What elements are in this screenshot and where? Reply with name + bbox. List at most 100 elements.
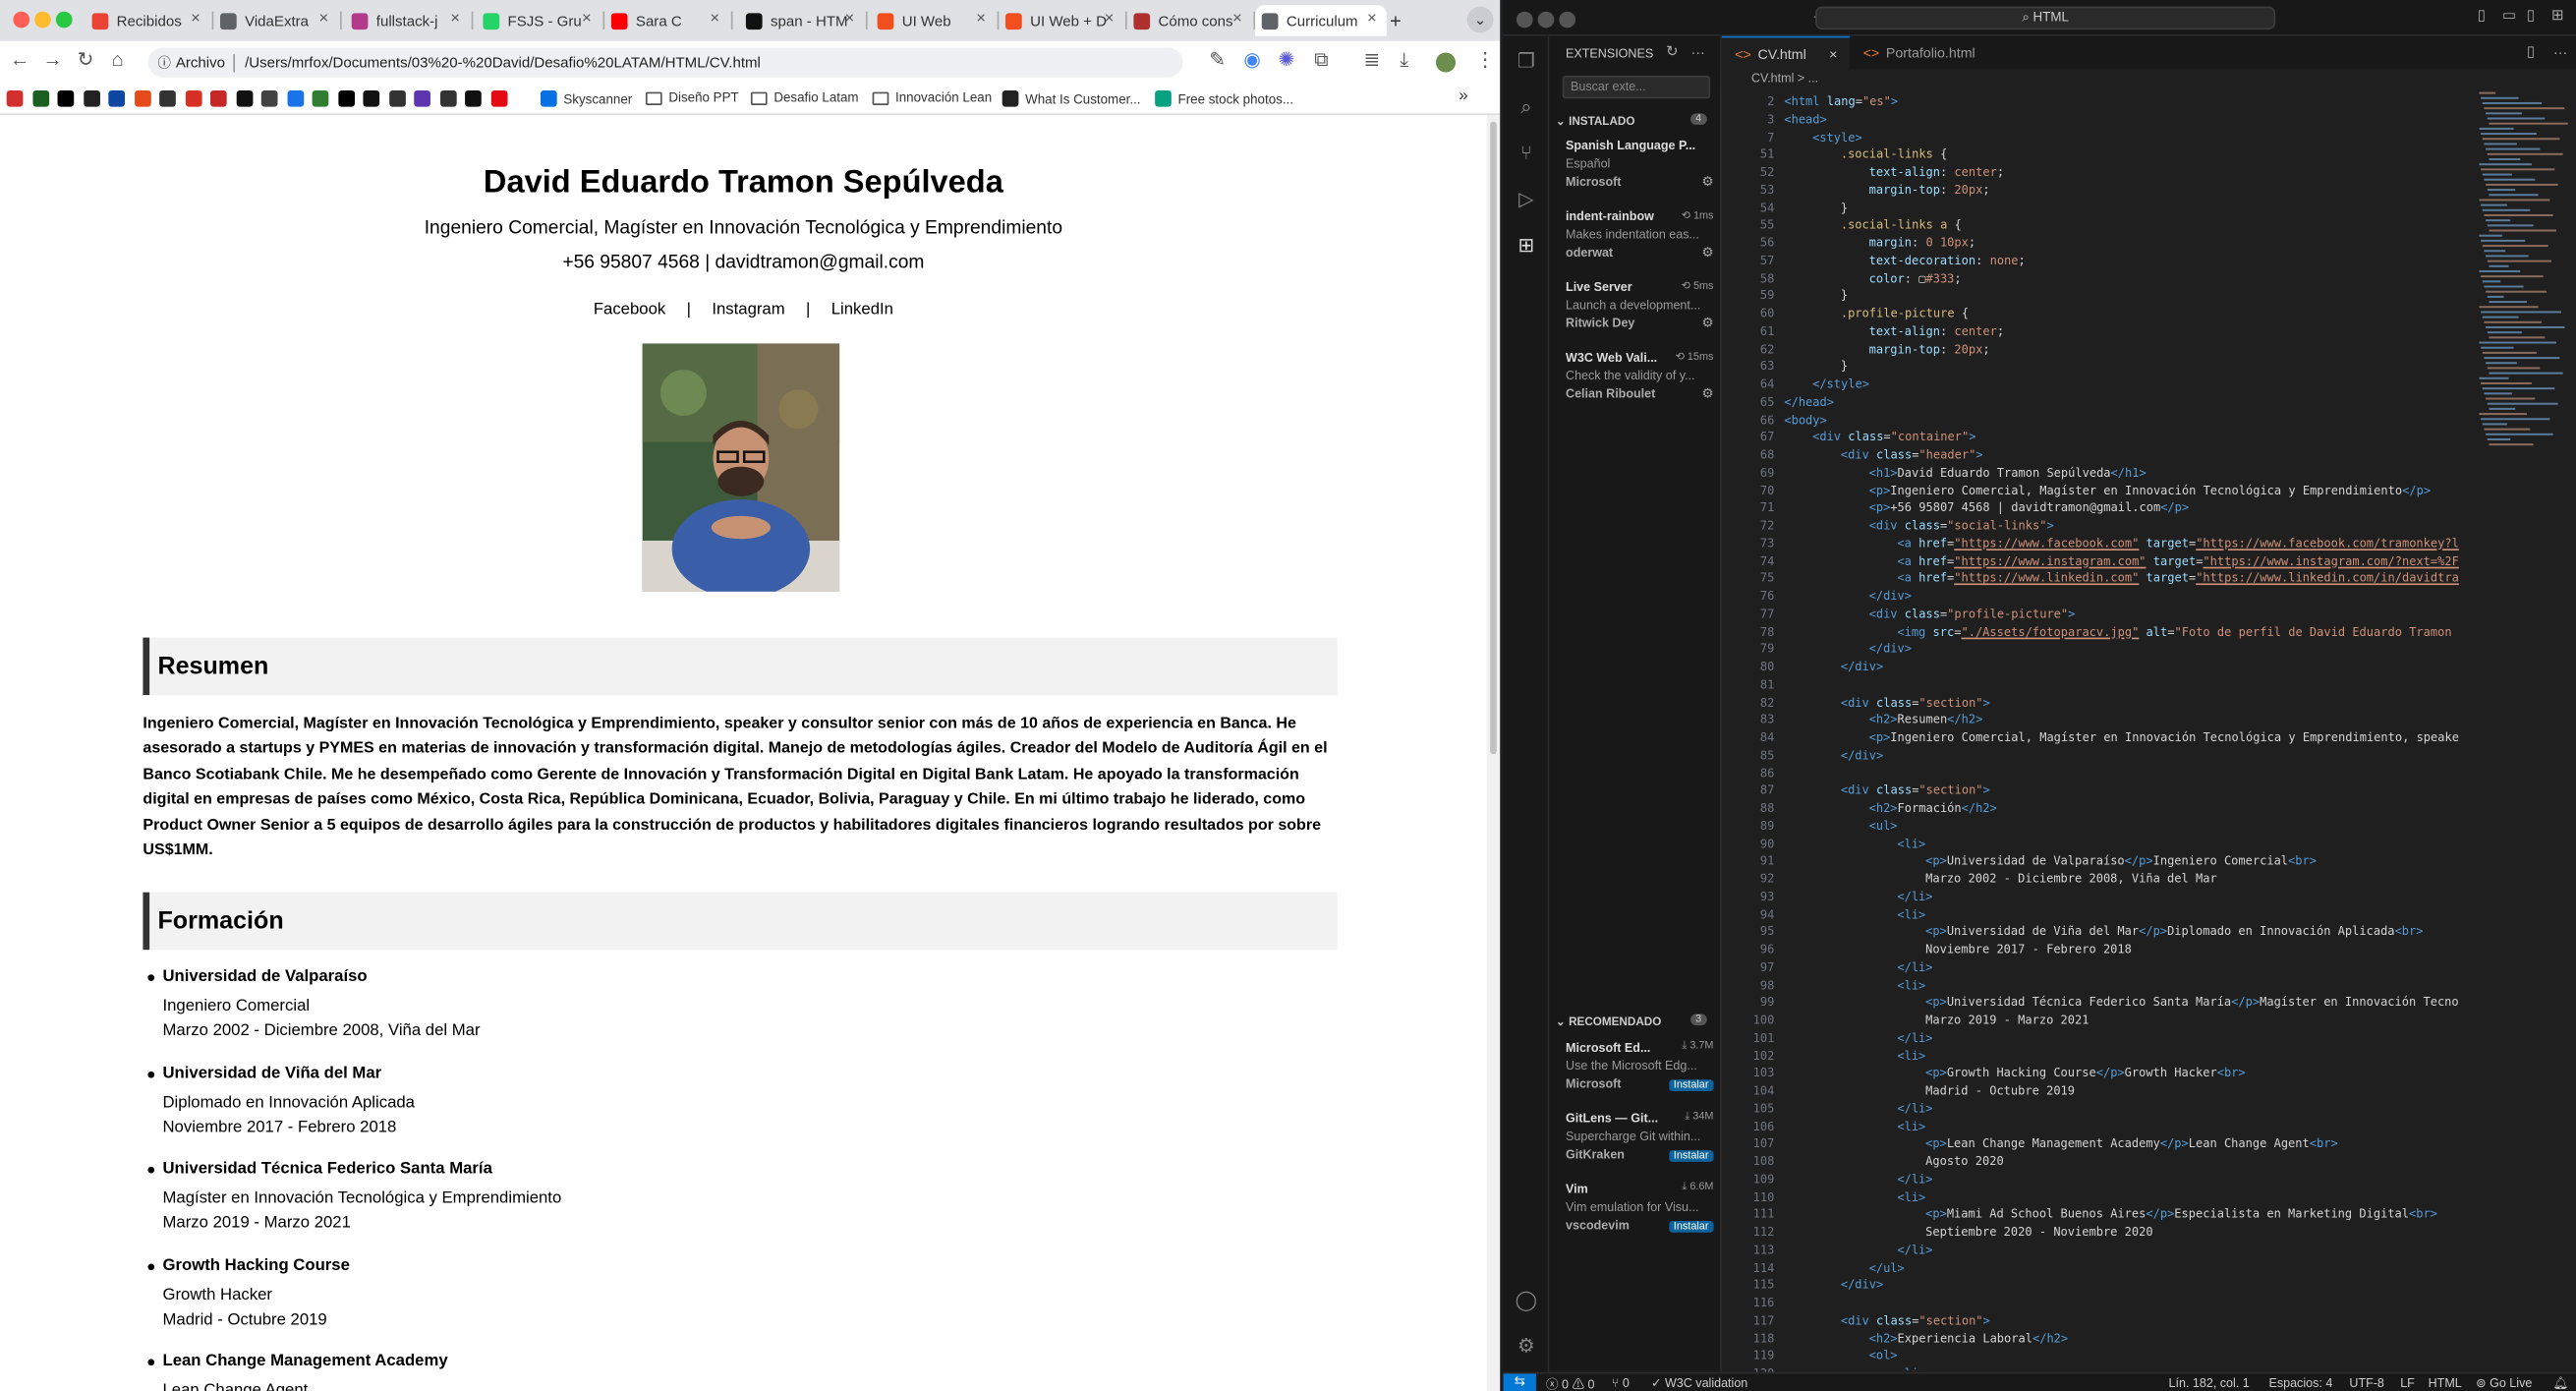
- code-line[interactable]: Marzo 2002 - Diciembre 2008, Viña del Ma…: [1925, 871, 2217, 886]
- code-line[interactable]: <h2>Resumen</h2>: [1869, 712, 1983, 726]
- code-line[interactable]: </div>: [1869, 641, 1912, 656]
- linkedin-link[interactable]: LinkedIn: [831, 301, 893, 319]
- code-line[interactable]: </li>: [1897, 1171, 1932, 1186]
- bookmark-favicon[interactable]: [6, 89, 24, 107]
- zoom-window-button[interactable]: [1559, 11, 1576, 29]
- extension-icon[interactable]: ◉: [1243, 47, 1261, 70]
- code-line[interactable]: <h2>Formación</h2>: [1869, 800, 1997, 815]
- code-line[interactable]: <p>Miami Ad School Buenos Aires</p>Espec…: [1925, 1206, 2437, 1221]
- extension-search-input[interactable]: Buscar exte...: [1562, 75, 1711, 99]
- tab-3[interactable]: FSJS - Gru ×: [477, 5, 601, 36]
- bookmark-favicon[interactable]: [108, 89, 126, 107]
- run-debug-icon[interactable]: ▷: [1515, 188, 1537, 210]
- more-actions-icon[interactable]: …: [1690, 41, 1705, 58]
- bookmark-favicon[interactable]: [31, 89, 49, 107]
- gear-icon[interactable]: ⚙: [1701, 316, 1713, 330]
- recommended-extension-item[interactable]: Microsoft Ed... ⤓ 3.7M Use the Microsoft E…: [1566, 1040, 1717, 1091]
- tab-5[interactable]: span - HTM ×: [739, 5, 864, 36]
- extension-item[interactable]: Spanish Language P... Español Microsoft ⚙: [1566, 138, 1717, 189]
- zoom-window-button[interactable]: [55, 11, 73, 29]
- customize-layout-icon[interactable]: ⊞: [2551, 7, 2564, 25]
- tab-6[interactable]: UI Web ×: [871, 5, 996, 36]
- close-tab-icon[interactable]: ×: [191, 10, 200, 28]
- new-tab-button[interactable]: +: [1390, 5, 1412, 36]
- code-line[interactable]: margin-top: 20px;: [1869, 341, 1990, 356]
- url-text[interactable]: /Users/mrfox/Documents/03%20-%20David/De…: [245, 54, 761, 71]
- back-icon[interactable]: ←: [10, 47, 29, 70]
- eyedropper-icon[interactable]: ✎: [1209, 47, 1226, 70]
- close-tab-icon[interactable]: ×: [976, 10, 986, 28]
- code-line[interactable]: text-decoration: none;: [1869, 253, 2026, 267]
- remote-icon[interactable]: ⇆: [1503, 1373, 1536, 1391]
- close-tab-icon[interactable]: ×: [1232, 10, 1242, 28]
- gear-icon[interactable]: ⚙: [1701, 245, 1713, 260]
- code-line[interactable]: </li>: [1897, 1101, 1932, 1116]
- code-line[interactable]: <div class="header">: [1841, 447, 1983, 462]
- command-center[interactable]: ⌕ HTML: [1815, 6, 2276, 30]
- code-line[interactable]: text-align: center;: [1869, 323, 2004, 338]
- code-line[interactable]: text-align: center;: [1869, 164, 2004, 179]
- code-line[interactable]: Noviembre 2017 - Febrero 2018: [1925, 942, 2132, 956]
- bookmark-favicon[interactable]: [439, 89, 456, 107]
- close-tab-icon[interactable]: ×: [844, 10, 854, 28]
- code-line[interactable]: <p>Ingeniero Comercial, Magíster en Inno…: [1869, 483, 2431, 497]
- code-line[interactable]: <li>: [1897, 906, 1925, 921]
- bookmark-favicon[interactable]: [57, 89, 75, 107]
- code-line[interactable]: <p>Lean Change Management Academy</p>Lea…: [1925, 1135, 2338, 1150]
- tab-4[interactable]: Sara C ×: [604, 5, 729, 36]
- code-line[interactable]: <p>Universidad de Viña del Mar</p>Diplom…: [1925, 924, 2423, 939]
- bookmark-favicon[interactable]: [235, 89, 253, 107]
- extension-item[interactable]: indent-rainbow ⟲ 1ms Makes indentation eas…: [1566, 208, 1717, 260]
- bookmark-free-stock-photos[interactable]: Free stock photos...: [1155, 89, 1293, 107]
- close-window-button[interactable]: [13, 11, 30, 29]
- code-line[interactable]: <h2>Experiencia Laboral</h2>: [1869, 1330, 2069, 1345]
- code-line[interactable]: <div class="section">: [1841, 694, 1990, 709]
- code-line[interactable]: <div class="section">: [1841, 782, 1990, 797]
- facebook-link[interactable]: Facebook: [594, 301, 665, 319]
- recommended-extension-item[interactable]: Vim ⤓ 6.6M Vim emulation for Visu... vscode…: [1566, 1182, 1717, 1233]
- reload-icon[interactable]: ↻: [78, 47, 94, 70]
- extensions-puzzle-icon[interactable]: ⧉: [1314, 47, 1328, 72]
- recommended-extension-item[interactable]: GitLens — Git... ⤓ 34M Supercharge Git wit…: [1566, 1111, 1717, 1162]
- code-line[interactable]: <h1>David Eduardo Tramon Sepúlveda</h1>: [1869, 465, 2147, 480]
- code-line[interactable]: </head>: [1784, 394, 1834, 409]
- address-bar[interactable]: ⓘ Archivo /Users/mrfox/Documents/03%20-%…: [147, 47, 1183, 78]
- bookmark-favicon[interactable]: [185, 89, 201, 107]
- code-line[interactable]: color: ▢#333;: [1869, 270, 1962, 285]
- bookmark-favicon[interactable]: [134, 89, 150, 107]
- gear-icon[interactable]: ⚙: [1515, 1334, 1537, 1357]
- tab-1[interactable]: VidaExtra ×: [213, 5, 338, 36]
- extension-item[interactable]: Live Server ⟲ 5ms Launch a development... R…: [1566, 279, 1717, 330]
- close-tab-icon[interactable]: ×: [450, 10, 460, 28]
- code-line[interactable]: <li>: [1897, 977, 1925, 992]
- bookmark-folder-diseno-ppt[interactable]: Diseño PPT: [645, 90, 739, 105]
- line-ending[interactable]: LF: [2400, 1375, 2415, 1390]
- close-tab-icon[interactable]: ×: [582, 10, 592, 28]
- code-line[interactable]: }: [1841, 200, 1848, 214]
- installed-section-header[interactable]: ⌄ INSTALADO: [1556, 115, 1634, 129]
- gear-icon[interactable]: ⚙: [1701, 174, 1713, 189]
- bookmark-favicon[interactable]: [414, 89, 430, 107]
- bookmark-favicon[interactable]: [83, 89, 100, 107]
- code-line[interactable]: <a href="https://www.linkedin.com" targe…: [1897, 570, 2458, 585]
- code-line[interactable]: </li>: [1897, 1030, 1932, 1045]
- close-icon[interactable]: ×: [1829, 45, 1837, 62]
- code-line[interactable]: .social-links a {: [1841, 217, 1962, 232]
- code-line[interactable]: <li>: [1897, 1188, 1925, 1203]
- bookmark-favicon[interactable]: [363, 89, 380, 107]
- tab-cv-html[interactable]: <> CV.html ×: [1721, 35, 1851, 70]
- code-line[interactable]: margin-top: 20px;: [1869, 182, 1990, 197]
- go-live-button[interactable]: ⊚ Go Live: [2476, 1375, 2532, 1390]
- cursor-position[interactable]: Lín. 182, col. 1: [2169, 1375, 2250, 1390]
- code-line[interactable]: <li>: [1897, 1048, 1925, 1063]
- code-line[interactable]: </li>: [1897, 1242, 1932, 1256]
- code-line[interactable]: Agosto 2020: [1925, 1153, 2004, 1168]
- home-icon[interactable]: ⌂: [112, 47, 124, 70]
- code-line[interactable]: }: [1841, 359, 1848, 374]
- install-button[interactable]: Instalar: [1668, 1079, 1714, 1091]
- scrollbar-thumb[interactable]: [1490, 121, 1497, 755]
- code-line[interactable]: <head>: [1784, 111, 1826, 126]
- extensions-icon[interactable]: ⊞: [1515, 233, 1537, 256]
- close-tab-icon[interactable]: ×: [710, 10, 719, 28]
- code-line[interactable]: .profile-picture {: [1841, 306, 1969, 320]
